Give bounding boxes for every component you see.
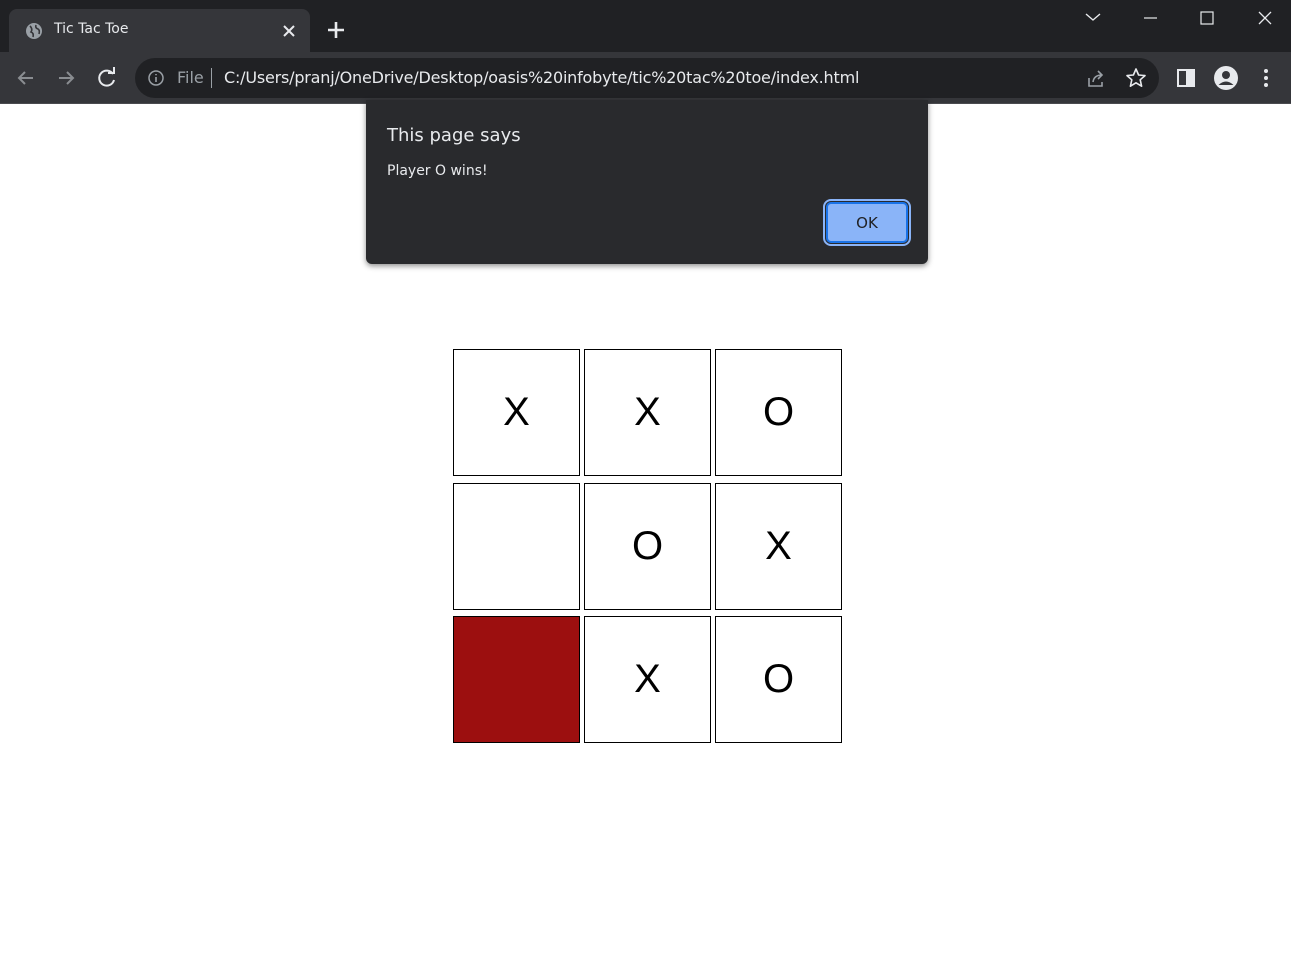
board-cell[interactable]: O [715,616,842,743]
board-cell[interactable]: X [584,349,711,476]
board-cell[interactable]: X [715,483,842,610]
plus-icon[interactable] [324,18,348,42]
close-window-icon[interactable] [1247,6,1283,30]
url-scheme: File [177,68,204,87]
side-panel-icon[interactable] [1173,65,1199,91]
tab-tic-tac-toe[interactable]: Tic Tac Toe [9,9,310,52]
tic-tac-toe-board: X X O O X X O [453,349,843,744]
star-icon[interactable] [1125,67,1147,89]
board-cell[interactable]: O [715,349,842,476]
tab-title: Tic Tac Toe [54,21,129,37]
board-cell-highlighted[interactable] [453,616,580,743]
maximize-icon[interactable] [1189,6,1225,30]
board-cell[interactable]: X [584,616,711,743]
tab-strip: Tic Tac Toe [0,0,1291,52]
board-cell[interactable]: O [584,483,711,610]
info-icon[interactable] [147,69,165,87]
dialog-message: Player O wins! [387,163,488,179]
ok-button[interactable]: OK [823,199,911,246]
alert-dialog: This page says Player O wins! OK [366,100,928,264]
toolbar: File C:/Users/pranj/OneDrive/Desktop/oas… [0,52,1291,104]
dialog-title: This page says [387,125,521,146]
board-cell[interactable] [453,483,580,610]
url-text[interactable]: C:/Users/pranj/OneDrive/Desktop/oasis%20… [224,68,859,87]
board-cell[interactable]: X [453,349,580,476]
globe-icon [26,23,42,39]
close-icon[interactable] [279,21,299,41]
profile-icon[interactable] [1213,65,1239,91]
browser-window: Tic Tac Toe File C:/Users/pranj/OneDrive… [0,0,1291,980]
forward-arrow-icon[interactable] [53,65,79,91]
share-icon[interactable] [1085,68,1107,90]
address-bar[interactable]: File C:/Users/pranj/OneDrive/Desktop/oas… [135,58,1159,98]
chevron-down-icon[interactable] [1075,6,1111,30]
reload-icon[interactable] [94,65,120,91]
more-vert-icon[interactable] [1253,65,1279,91]
url-separator [211,68,212,88]
back-arrow-icon[interactable] [13,65,39,91]
minimize-icon[interactable] [1132,6,1168,30]
